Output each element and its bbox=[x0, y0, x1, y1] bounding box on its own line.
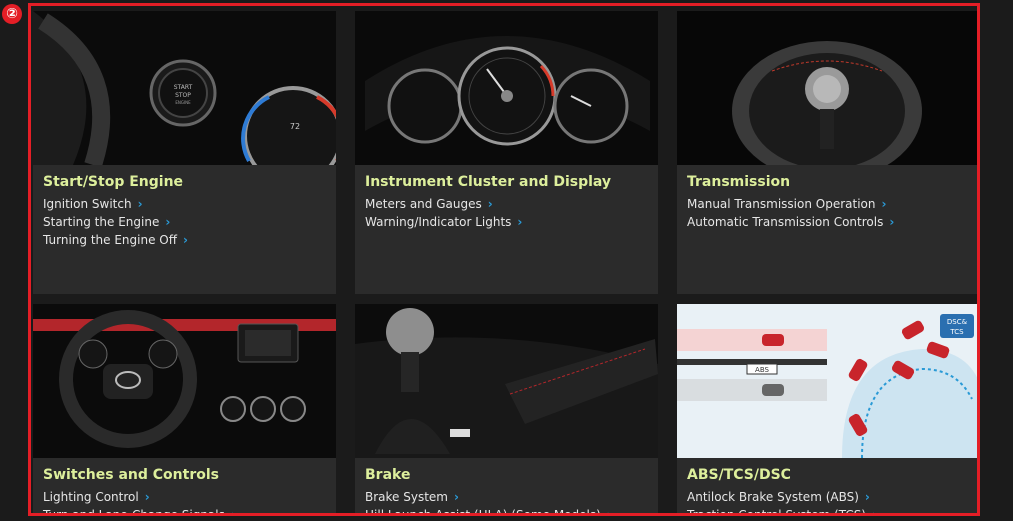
svg-text:ENGINE: ENGINE bbox=[175, 100, 191, 105]
card-title: ABS/TCS/DSC bbox=[687, 467, 791, 483]
chevron-right-icon: › bbox=[881, 197, 887, 211]
svg-text:STOP: STOP bbox=[175, 92, 191, 99]
chevron-right-icon: › bbox=[182, 233, 188, 247]
start-stop-engine-image: START STOP ENGINE 72 bbox=[33, 11, 336, 165]
card-instrument-cluster[interactable]: Instrument Cluster and Display Meters an… bbox=[355, 11, 658, 294]
transmission-image bbox=[677, 11, 980, 165]
chevron-right-icon: › bbox=[144, 490, 150, 504]
card-links: Brake System › Hill Launch Assist (HLA) (… bbox=[365, 488, 612, 516]
chevron-right-icon: › bbox=[487, 197, 493, 211]
link-automatic-transmission-controls[interactable]: Automatic Transmission Controls › bbox=[687, 213, 894, 231]
link-starting-the-engine[interactable]: Starting the Engine › bbox=[43, 213, 188, 231]
card-title: Switches and Controls bbox=[43, 467, 219, 483]
card-links: Lighting Control › Turn and Lane-Change S… bbox=[43, 488, 236, 516]
step-marker: ② bbox=[2, 4, 22, 24]
chevron-right-icon: › bbox=[517, 215, 523, 229]
svg-text:ABS: ABS bbox=[755, 366, 769, 374]
card-title: Transmission bbox=[687, 174, 791, 190]
card-links: Manual Transmission Operation › Automatic… bbox=[687, 195, 894, 231]
chevron-right-icon: › bbox=[872, 508, 877, 516]
card-title: Brake bbox=[365, 467, 411, 483]
card-switches-controls[interactable]: Switches and Controls Lighting Control › … bbox=[33, 304, 336, 516]
chevron-right-icon: › bbox=[137, 197, 143, 211]
svg-text:START: START bbox=[174, 84, 193, 91]
svg-text:TCS: TCS bbox=[949, 328, 964, 336]
link-turning-the-engine-off[interactable]: Turning the Engine Off › bbox=[43, 231, 188, 249]
link-warning-indicator-lights[interactable]: Warning/Indicator Lights › bbox=[365, 213, 522, 231]
card-links: Meters and Gauges › Warning/Indicator Lig… bbox=[365, 195, 522, 231]
card-links: Ignition Switch › Starting the Engine › Tu… bbox=[43, 195, 188, 249]
svg-text:DSC&: DSC& bbox=[947, 318, 968, 326]
link-brake-system[interactable]: Brake System › bbox=[365, 488, 612, 506]
link-antilock-brake-system[interactable]: Antilock Brake System (ABS) › bbox=[687, 488, 877, 506]
chevron-right-icon: › bbox=[165, 215, 171, 229]
link-hill-launch-assist[interactable]: Hill Launch Assist (HLA) (Some Models) › bbox=[365, 506, 612, 516]
link-traction-control-system[interactable]: Traction Control System (TCS) › bbox=[687, 506, 877, 516]
card-title: Instrument Cluster and Display bbox=[365, 174, 612, 190]
chevron-right-icon: › bbox=[889, 215, 895, 229]
card-title: Start/Stop Engine bbox=[43, 174, 184, 190]
chevron-right-icon: › bbox=[864, 490, 870, 504]
chevron-right-icon: › bbox=[454, 490, 459, 504]
abs-tcs-dsc-image: ABS DSC& TCS bbox=[677, 304, 980, 458]
link-ignition-switch[interactable]: Ignition Switch › bbox=[43, 195, 188, 213]
brake-image bbox=[355, 304, 658, 458]
svg-text:72: 72 bbox=[290, 122, 300, 131]
link-meters-and-gauges[interactable]: Meters and Gauges › bbox=[365, 195, 522, 213]
link-turn-lane-change-signals[interactable]: Turn and Lane-Change Signals › bbox=[43, 506, 236, 516]
chevron-right-icon: › bbox=[606, 508, 612, 516]
link-manual-transmission-operation[interactable]: Manual Transmission Operation › bbox=[687, 195, 894, 213]
link-lighting-control[interactable]: Lighting Control › bbox=[43, 488, 236, 506]
chevron-right-icon: › bbox=[230, 508, 236, 516]
card-links: Antilock Brake System (ABS) › Traction Co… bbox=[687, 488, 877, 516]
card-abs-tcs-dsc[interactable]: ABS DSC& TCS ABS/TCS/DSC Antilock Brake … bbox=[677, 304, 980, 516]
switches-controls-image bbox=[33, 304, 336, 458]
card-start-stop-engine[interactable]: START STOP ENGINE 72 Start/Stop Engine I… bbox=[33, 11, 336, 294]
card-transmission[interactable]: Transmission Manual Transmission Operati… bbox=[677, 11, 980, 294]
instrument-cluster-image bbox=[355, 11, 658, 165]
card-brake[interactable]: Brake Brake System › Hill Launch Assist (… bbox=[355, 304, 658, 516]
